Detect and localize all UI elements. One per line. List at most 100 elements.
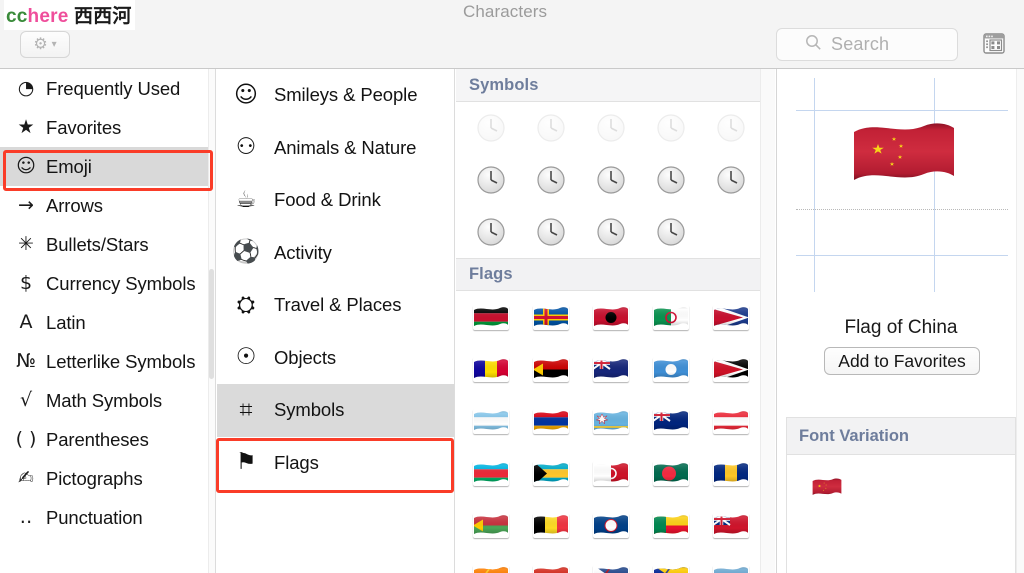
character-viewer-icon[interactable] (980, 32, 1008, 56)
flag-barbados[interactable] (701, 447, 761, 499)
flag-aland-islands[interactable] (521, 291, 581, 343)
sidebar-item-emoji[interactable]: ☺ Emoji (0, 147, 215, 186)
flag-armenia[interactable] (521, 395, 581, 447)
font-variation-list[interactable] (786, 454, 1016, 573)
flag-aland-islands-art (533, 305, 569, 330)
category-item-objects[interactable]: ☉ Objects (217, 332, 454, 385)
category-item-activity[interactable]: ⚽ Activity (217, 227, 454, 280)
category-item-animals-nature[interactable]: ⚇ Animals & Nature (217, 122, 454, 175)
flag-angola[interactable] (521, 343, 581, 395)
flag-antarctica[interactable] (641, 343, 701, 395)
flag-antarctica-art (653, 357, 689, 382)
parentheses-icon: ( ) (15, 428, 37, 450)
add-to-favorites-button[interactable]: Add to Favorites (824, 347, 980, 375)
flag-bolivia[interactable] (521, 551, 581, 573)
flag-bermuda[interactable] (701, 499, 761, 551)
clock-face-one[interactable] (641, 102, 701, 154)
flag-bahrain-art (593, 461, 629, 486)
grid-scrollbar[interactable] (760, 69, 775, 573)
flag-armenia-art (533, 409, 569, 434)
flag-austria[interactable] (701, 395, 761, 447)
category-item-flags[interactable]: ⚑ Flags (217, 437, 454, 490)
clock-face-five-thirty[interactable] (581, 206, 641, 258)
grid-section-header-sticky: Symbols (456, 69, 760, 102)
flag-bhutan[interactable] (461, 551, 521, 573)
sidebar-scrollbar-thumb[interactable] (209, 269, 214, 379)
category-item-symbols[interactable]: ⌗ Symbols (217, 384, 454, 437)
clock-face-three-thirty[interactable] (641, 154, 701, 206)
flag-bahamas[interactable] (521, 447, 581, 499)
flag-bosnia-herzegovina[interactable] (641, 551, 701, 573)
flag-antigua-barbuda[interactable] (701, 343, 761, 395)
clock-face-six[interactable] (641, 206, 701, 258)
pictograph-icon: ✍ (18, 467, 34, 489)
sidebar-item-favorites[interactable]: ★ Favorites (0, 108, 215, 147)
preview-scrollbar[interactable] (1016, 69, 1024, 573)
clock-face-twelve-thirty[interactable] (581, 102, 641, 154)
flag-algeria[interactable] (641, 291, 701, 343)
flag-caribbean-netherlands-art (593, 565, 629, 573)
flag-afghanistan-art (473, 305, 509, 330)
flag-barbados-art (713, 461, 749, 486)
grid-row (456, 291, 774, 343)
flag-caribbean-netherlands[interactable] (581, 551, 641, 573)
category-item-label: Smileys & People (274, 84, 418, 106)
flag-american-samoa-art (713, 305, 749, 330)
category-item-label: Activity (274, 241, 332, 263)
search-input[interactable]: Search (776, 28, 958, 61)
clock-face-five[interactable] (521, 206, 581, 258)
clock-face-four[interactable] (701, 154, 761, 206)
sidebar-item-arrows[interactable]: → Arrows (0, 186, 215, 225)
category-sidebar[interactable]: ◔ Frequently Used ★ Favorites ☺ Emoji → Arrows ✳… (0, 69, 216, 573)
sidebar-item-letterlike-symbols[interactable]: № Letterlike Symbols (0, 342, 215, 381)
grid-row (456, 551, 774, 573)
sidebar-item-pictographs[interactable]: ✍ Pictographs (0, 459, 215, 498)
sidebar-item-currency-symbols[interactable]: $ Currency Symbols (0, 264, 215, 303)
flag-belize[interactable] (581, 499, 641, 551)
flag-american-samoa[interactable] (701, 291, 761, 343)
flag-bermuda-art (713, 513, 749, 538)
flag-botswana[interactable] (701, 551, 761, 573)
sidebar-item-frequently-used[interactable]: ◔ Frequently Used (0, 69, 215, 108)
flag-benin[interactable] (641, 499, 701, 551)
category-item-food-drink[interactable]: ☕ Food & Drink (217, 174, 454, 227)
flag-azerbaijan[interactable] (461, 447, 521, 499)
flag-bangladesh[interactable] (641, 447, 701, 499)
flag-bahrain[interactable] (581, 447, 641, 499)
clock-face-two-thirty[interactable] (521, 154, 581, 206)
flag-andorra[interactable] (461, 343, 521, 395)
clock-face-eleven-thirty[interactable] (461, 102, 521, 154)
clock-face-two[interactable] (461, 154, 521, 206)
flag-aruba[interactable] (581, 395, 641, 447)
font-variation-header: Font Variation (786, 417, 1016, 454)
flag-albania[interactable] (581, 291, 641, 343)
clock-face-three[interactable] (581, 154, 641, 206)
flag-anguilla-art (593, 357, 629, 382)
category-item-travel-places[interactable]: ⛭ Travel & Places (217, 279, 454, 332)
flag-australia[interactable] (641, 395, 701, 447)
clock-face-one-thirty[interactable] (701, 102, 761, 154)
flag-belarus[interactable] (461, 499, 521, 551)
flag-anguilla[interactable] (581, 343, 641, 395)
sidebar-item-parentheses[interactable]: ( ) Parentheses (0, 420, 215, 459)
flag-afghanistan[interactable] (461, 291, 521, 343)
sidebar-item-punctuation[interactable]: ‥ Punctuation (0, 498, 215, 537)
category-item-smileys-people[interactable]: ☺ Smileys & People (217, 69, 454, 122)
sidebar-item-bullets-stars[interactable]: ✳ Bullets/Stars (0, 225, 215, 264)
flag-argentina[interactable] (461, 395, 521, 447)
sidebar-item-latin[interactable]: A Latin (0, 303, 215, 342)
flag-belgium[interactable] (521, 499, 581, 551)
character-grid[interactable]: Flags Symbols (456, 69, 775, 573)
settings-gear-button[interactable]: ⚙ ▾ (20, 31, 70, 58)
punctuation-icon: ‥ (19, 506, 33, 528)
glyph-preview-panel: Flag of China Add to Favorites Font Vari… (776, 69, 1024, 573)
flag-australia-art (653, 409, 689, 434)
clock-face-twelve[interactable] (521, 102, 581, 154)
flag-antigua-barbuda-art (713, 357, 749, 382)
emoji-category-list[interactable]: ☺ Smileys & People ⚇ Animals & Nature ☕ Food … (217, 69, 455, 573)
flag-china-variation[interactable] (812, 477, 842, 498)
sidebar-item-label: Parentheses (46, 428, 149, 450)
clock-face-four-thirty[interactable] (461, 206, 521, 258)
sidebar-item-math-symbols[interactable]: √ Math Symbols (0, 381, 215, 420)
chevron-down-icon: ▾ (51, 38, 57, 50)
